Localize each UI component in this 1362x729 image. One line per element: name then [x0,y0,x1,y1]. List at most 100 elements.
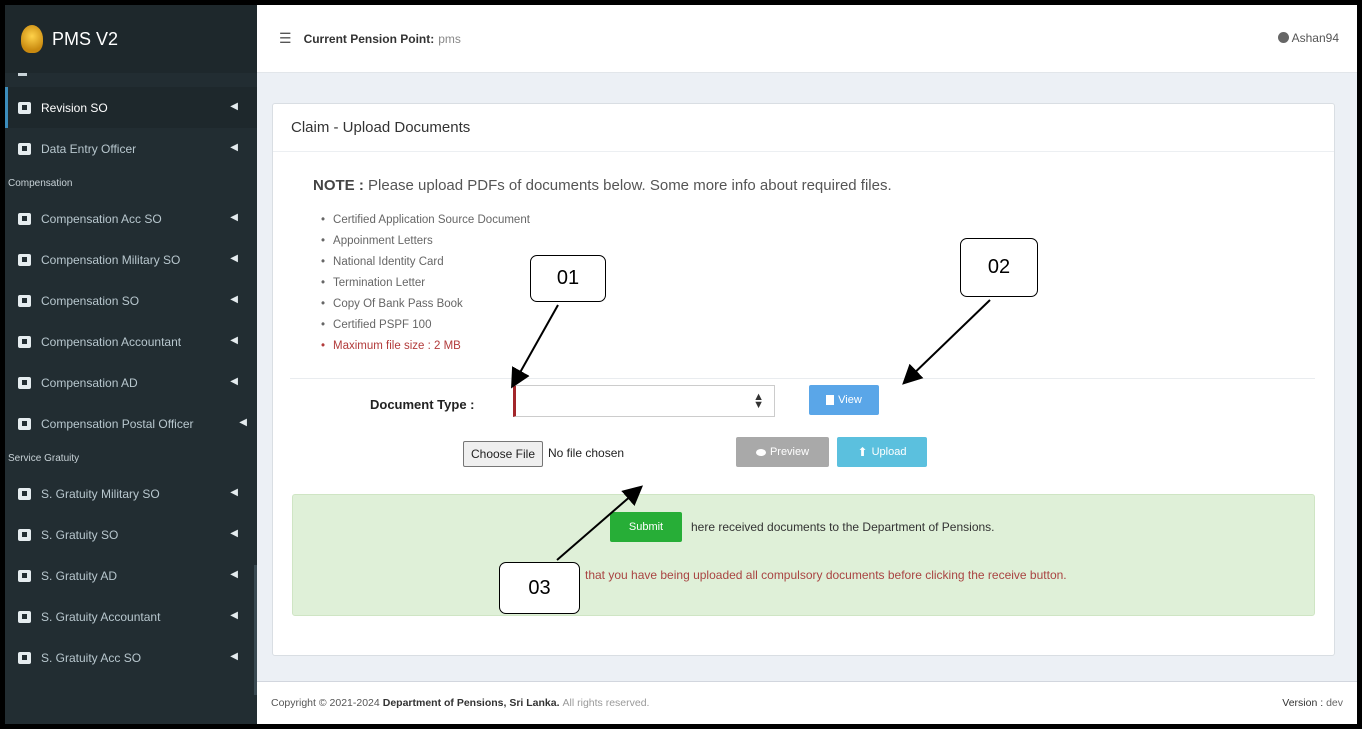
sidebar-scroll-stub [5,73,257,87]
chevron-left-icon: ◀ [230,335,238,346]
list-item: Appoinment Letters [321,231,530,252]
chevron-left-icon: ◀ [230,487,238,498]
user-menu[interactable]: Ashan94 [1277,31,1339,45]
list-item: Certified PSPF 100 [321,315,530,336]
hamburger-icon[interactable]: ☰ [279,30,292,47]
sidebar-section-service-gratuity: Service Gratuity [8,453,80,464]
note-body: Please upload PDFs of documents below. S… [368,177,892,194]
sidebar-item-label: Compensation Military SO [41,252,181,267]
pension-point-label: Current Pension Point: [303,31,435,46]
file-icon [18,569,31,582]
sidebar-item-label: Compensation AD [41,375,138,390]
sitemap-icon [18,651,31,664]
chevron-left-icon: ◀ [230,610,238,621]
id-card-icon [18,376,31,389]
eye-icon [755,448,766,456]
user-icon [1277,32,1289,43]
sidebar-item-label: Compensation Accountant [41,334,182,349]
list-icon [18,294,31,307]
sidebar-item-s-gratuity-so[interactable]: S. Gratuity SO ◀ [5,514,257,555]
select-arrows-icon: ▲ ▼ [753,391,764,411]
max-file-size: Maximum file size : 2 MB [321,336,530,357]
chevron-left-icon: ◀ [230,212,238,223]
sidebar-item-label: Compensation Acc SO [41,211,162,226]
file-icon [18,528,31,541]
page-title: Claim - Upload Documents [273,104,1334,152]
sidebar-item-label: Data Entry Officer [41,141,137,156]
upload-button[interactable]: ⬆ Upload [837,437,927,467]
file-icon [18,212,31,225]
sidebar-item-compensation-so[interactable]: Compensation SO ◀ [5,280,257,321]
archive-icon [18,253,31,266]
sidebar-item-compensation-acc-so[interactable]: Compensation Acc SO ◀ [5,198,257,239]
submit-panel: Submit here received documents to the De… [292,494,1315,616]
chevron-left-icon: ◀ [230,101,238,112]
footer-rights: All rights reserved. [562,697,650,709]
users-icon [18,142,31,155]
file-icon [18,101,31,114]
chevron-left-icon: ◀ [230,528,238,539]
upload-documents-box: Claim - Upload Documents NOTE : Please u… [272,103,1335,656]
chevron-left-icon: ◀ [230,651,238,662]
sidebar-item-label: S. Gratuity Acc SO [41,650,142,665]
sidebar-item-label: Revision SO [41,100,108,115]
list-item: National Identity Card [321,252,530,273]
file-icon [18,610,31,623]
required-documents-list: Certified Application Source Document Ap… [321,210,530,357]
list-item: Certified Application Source Document [321,210,530,231]
sidebar-item-s-gratuity-accountant[interactable]: S. Gratuity Accountant ◀ [5,596,257,637]
sidebar-menu: Revision SO ◀ Data Entry Officer ◀ Compe… [5,87,257,678]
sidebar-item-label: Compensation SO [41,293,140,308]
sidebar-item-compensation-military-so[interactable]: Compensation Military SO ◀ [5,239,257,280]
preview-button[interactable]: Preview [736,437,829,467]
preview-button-label: Preview [769,446,810,458]
version-value: dev [1326,697,1343,709]
sidebar-item-label: S. Gratuity AD [41,568,118,583]
choose-file-button[interactable]: Choose File [463,441,543,467]
sidebar-item-label: S. Gratuity Accountant [41,609,161,624]
brand[interactable]: PMS V2 [5,5,257,73]
view-button-label: View [838,394,862,406]
sidebar-item-s-gratuity-military-so[interactable]: S. Gratuity Military SO ◀ [5,473,257,514]
file-status: No file chosen [548,446,625,460]
divider [290,378,1315,379]
note-prefix: NOTE : [313,177,364,194]
callout-01: 01 [530,255,606,302]
version-label: Version : [1282,697,1324,709]
sidebar-section-compensation: Compensation [8,178,73,189]
footer-org: Department of Pensions, Sri Lanka. [382,697,560,709]
sidebar-item-compensation-ad[interactable]: Compensation AD ◀ [5,362,257,403]
upload-warning: that you have being uploaded all compuls… [585,568,1067,582]
document-type-select[interactable]: ▲ ▼ [513,385,775,417]
chevron-left-icon: ◀ [230,253,238,264]
chevron-left-icon: ◀ [230,142,238,153]
list-item: Termination Letter [321,273,530,294]
sidebar-item-s-gratuity-acc-so[interactable]: S. Gratuity Acc SO ◀ [5,637,257,678]
footer: Copyright © 2021-2024 Department of Pens… [257,681,1357,724]
sidebar-item-data-entry-officer[interactable]: Data Entry Officer ◀ [5,128,257,169]
submit-button[interactable]: Submit [610,512,682,542]
handshake-icon [18,487,31,500]
list-item: Copy Of Bank Pass Book [321,294,530,315]
upload-button-label: Upload [871,446,907,458]
sidebar-item-compensation-accountant[interactable]: Compensation Accountant ◀ [5,321,257,362]
sidebar-item-compensation-postal-officer[interactable]: Compensation Postal Officer ◀ [5,403,257,444]
sidebar-item-label: S. Gratuity SO [41,527,119,542]
document-type-label: Document Type : [370,397,475,412]
app-window: PMS V2 Revision SO ◀ Data Entry Officer … [5,5,1357,724]
callout-03: 03 [499,562,580,614]
emblem-logo [21,25,43,53]
sidebar-item-s-gratuity-ad[interactable]: S. Gratuity AD ◀ [5,555,257,596]
sidebar: PMS V2 Revision SO ◀ Data Entry Officer … [5,5,257,724]
top-navbar: ☰ Current Pension Point: pms Ashan94 [257,5,1357,73]
copyright: Copyright © 2021-2024 [271,697,380,709]
username: Ashan94 [1291,31,1339,45]
view-button[interactable]: View [809,385,879,415]
chevron-left-icon: ◀ [230,569,238,580]
submit-description: here received documents to the Departmen… [691,520,995,534]
sidebar-item-revision-so[interactable]: Revision SO ◀ [5,87,257,128]
sidebar-item-label: Compensation Postal Officer [41,416,194,431]
file-icon [18,335,31,348]
version: Version : dev [1282,697,1343,709]
sidebar-scrollbar[interactable] [254,565,257,695]
